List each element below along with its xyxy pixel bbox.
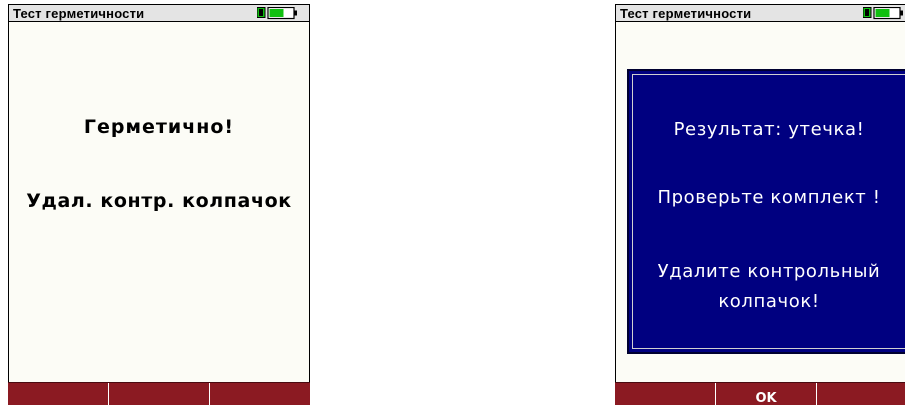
- softkey-bar: OK: [615, 382, 905, 405]
- check-kit-text: Проверьте комплект !: [657, 187, 881, 208]
- leak-result-text: Результат: утечка!: [673, 119, 865, 140]
- remove-cap-text: Удалите контрольный колпачок!: [629, 257, 905, 317]
- right-device-screen: Тест герметичности Результат: утечка! Пр…: [615, 4, 905, 405]
- battery-icon: [863, 7, 903, 20]
- title-bar: Тест герметичности: [8, 4, 310, 22]
- softkey-right[interactable]: [210, 383, 310, 405]
- screen-title: Тест герметичности: [13, 6, 145, 21]
- title-bar: Тест герметичности: [615, 4, 905, 22]
- softkey-right[interactable]: [817, 383, 905, 405]
- ok-softkey[interactable]: OK: [716, 383, 817, 405]
- battery-icon: [257, 7, 297, 20]
- screen-border-left: [615, 22, 616, 383]
- softkey-bar: [8, 382, 310, 405]
- remove-cap-line-2: колпачок!: [718, 291, 820, 312]
- left-device-screen: Тест герметичности Герметично! Удал. кон…: [8, 4, 310, 405]
- softkey-left[interactable]: [615, 383, 716, 405]
- remove-cap-message: Удал. контр. колпачок: [26, 190, 292, 212]
- tight-result-message: Герметично!: [83, 116, 235, 138]
- softkey-left[interactable]: [8, 383, 109, 405]
- screen-title: Тест герметичности: [620, 6, 752, 21]
- softkey-middle[interactable]: [109, 383, 210, 405]
- leak-result-dialog: Результат: утечка! Проверьте комплект ! …: [627, 69, 905, 354]
- remove-cap-line-1: Удалите контрольный: [657, 261, 881, 282]
